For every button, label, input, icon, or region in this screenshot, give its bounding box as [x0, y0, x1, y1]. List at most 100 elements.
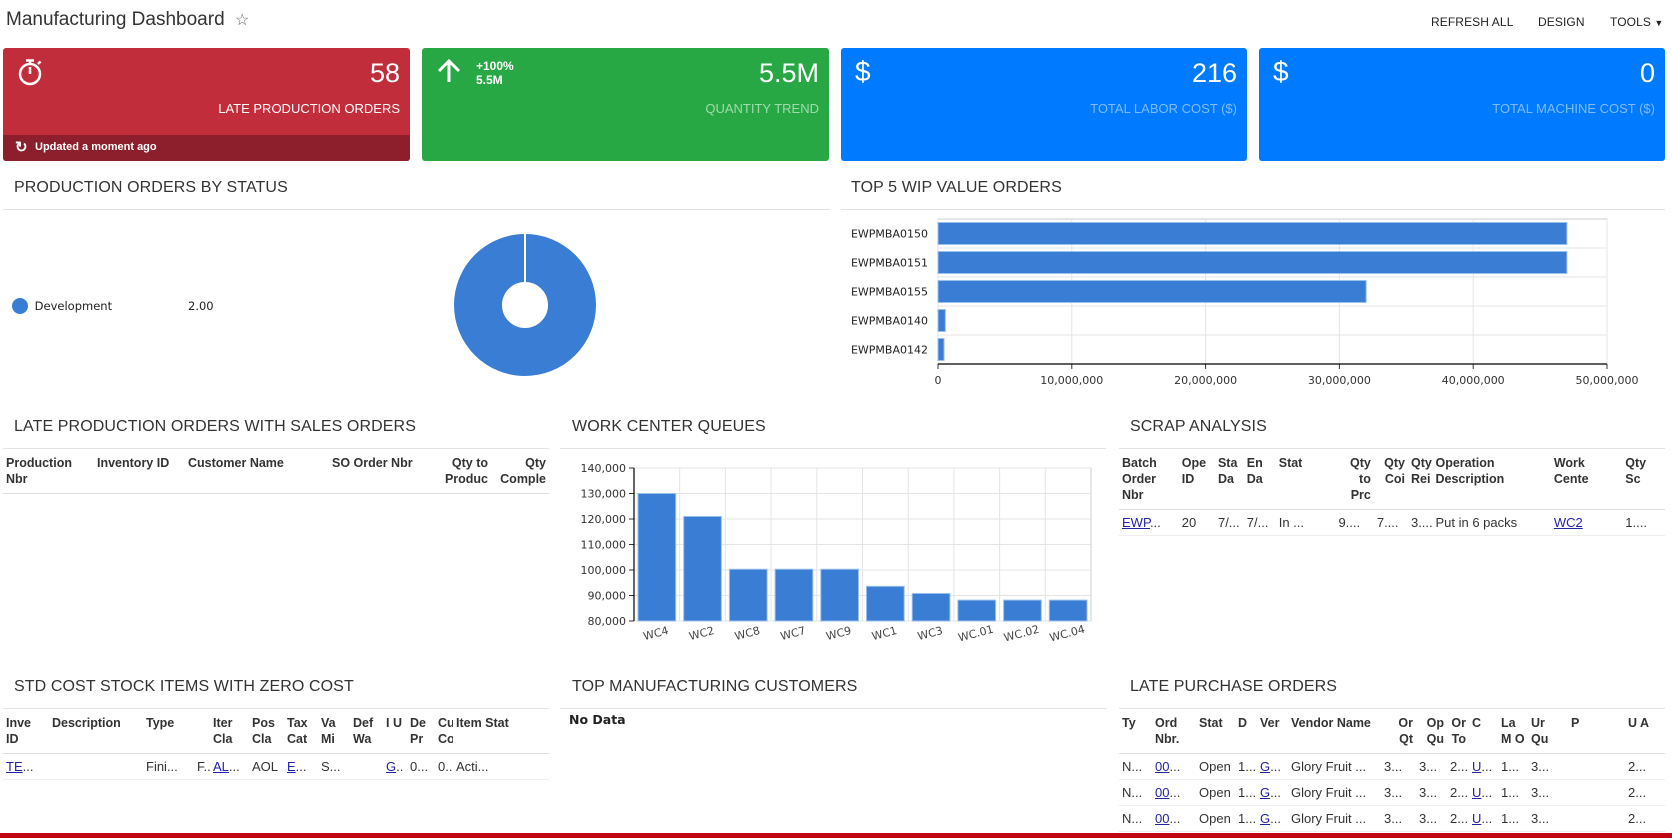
- table-row[interactable]: N... 00... Open 1... G... Glory Fruit ... 3...…: [1119, 805, 1665, 832]
- column-header[interactable]: Production Nbr: [3, 451, 94, 494]
- cell-link[interactable]: U: [1472, 759, 1481, 774]
- column-header[interactable]: La M O: [1498, 711, 1528, 754]
- table-cell: In ...: [1275, 509, 1336, 536]
- wc-bar[interactable]: [637, 493, 677, 622]
- wc-bar[interactable]: [911, 592, 951, 622]
- column-header[interactable]: Qty Rei: [1407, 451, 1433, 510]
- wc-bar[interactable]: [820, 568, 859, 622]
- cell-link[interactable]: 00: [1155, 785, 1169, 800]
- column-header[interactable]: Cu Co: [435, 711, 453, 754]
- cell-link[interactable]: 00: [1155, 759, 1169, 774]
- cell-link[interactable]: EWP: [1122, 515, 1150, 530]
- column-header[interactable]: SO Order Nbr: [329, 451, 433, 494]
- page-title: Manufacturing Dashboard: [6, 9, 225, 30]
- tools-label: TOOLS: [1610, 15, 1651, 29]
- column-header[interactable]: Description: [49, 711, 143, 754]
- wip-bar[interactable]: [937, 251, 1568, 274]
- column-header[interactable]: Stat: [1275, 451, 1336, 510]
- column-header[interactable]: Inventory ID: [94, 451, 185, 494]
- table-cell: 00...: [1152, 779, 1196, 806]
- table-row[interactable]: EWP... 20 7/... 7/... In ... 9.... 7.... 3.... P…: [1119, 509, 1665, 536]
- wc-bar[interactable]: [683, 515, 722, 622]
- wip-bar[interactable]: [937, 338, 945, 361]
- cell-link[interactable]: G: [386, 759, 396, 774]
- cell-link[interactable]: U: [1472, 811, 1481, 826]
- cell-link[interactable]: AL: [213, 759, 229, 774]
- wip-bar[interactable]: [937, 280, 1367, 303]
- refresh-all-button[interactable]: REFRESH ALL: [1431, 15, 1513, 29]
- column-header[interactable]: Va Mi: [318, 711, 350, 754]
- wc-bar[interactable]: [728, 568, 768, 622]
- total-machine-cost-tile[interactable]: $ 0 TOTAL MACHINE COST ($): [1259, 48, 1665, 161]
- quantity-trend-tile[interactable]: +100% 5.5M 5.5M QUANTITY TREND: [422, 48, 829, 161]
- cell-link[interactable]: G: [1260, 759, 1270, 774]
- column-header[interactable]: Qty Sc: [1622, 451, 1665, 510]
- wip-bar[interactable]: [937, 309, 946, 332]
- column-header[interactable]: Or Qt: [1381, 711, 1416, 754]
- column-header[interactable]: Item Stat: [453, 711, 549, 754]
- column-header[interactable]: D: [1235, 711, 1257, 754]
- column-header[interactable]: Ord Nbr.: [1152, 711, 1196, 754]
- column-header[interactable]: Ur Qu: [1528, 711, 1568, 754]
- column-header[interactable]: U A: [1625, 711, 1665, 754]
- column-header[interactable]: C: [1469, 711, 1498, 754]
- column-header[interactable]: Ope ID: [1178, 451, 1215, 510]
- column-header[interactable]: Stat: [1196, 711, 1235, 754]
- wc-bar[interactable]: [1003, 599, 1042, 622]
- star-outline-icon[interactable]: ☆: [235, 10, 249, 30]
- column-header[interactable]: Or To: [1447, 711, 1469, 754]
- wip-bar[interactable]: [937, 222, 1568, 245]
- refresh-icon[interactable]: ↻: [15, 138, 28, 156]
- cell-link[interactable]: 00: [1155, 811, 1169, 826]
- column-header[interactable]: Qty to Prc: [1335, 451, 1374, 510]
- column-header[interactable]: Sta Da: [1214, 451, 1244, 510]
- late-production-orders-tile[interactable]: 58 LATE PRODUCTION ORDERS ↻ Updated a mo…: [3, 48, 410, 161]
- column-header[interactable]: I U: [383, 711, 407, 754]
- wc-bar[interactable]: [866, 585, 905, 622]
- column-header[interactable]: Iter Cla: [210, 711, 249, 754]
- column-header[interactable]: Operation Description: [1432, 451, 1551, 510]
- column-header[interactable]: P: [1568, 711, 1625, 754]
- column-header[interactable]: Type: [143, 711, 194, 754]
- cell-link[interactable]: U: [1472, 785, 1481, 800]
- table-cell: 00...: [1152, 805, 1196, 832]
- column-header[interactable]: Ver: [1257, 711, 1288, 754]
- legend-label[interactable]: Development: [35, 299, 112, 313]
- wc-bar[interactable]: [1048, 599, 1088, 622]
- x-category-label: WC1: [870, 624, 898, 643]
- cell-link[interactable]: TE: [6, 759, 23, 774]
- wc-bar[interactable]: [774, 568, 814, 622]
- column-header[interactable]: Batch Order Nbr: [1119, 451, 1179, 510]
- tools-menu-button[interactable]: TOOLS ▼: [1610, 15, 1663, 29]
- column-header[interactable]: En Da: [1243, 451, 1276, 510]
- column-header[interactable]: Vendor Name: [1288, 711, 1381, 754]
- x-tick-label: 20,000,000: [1174, 374, 1237, 387]
- divider: [1119, 708, 1665, 709]
- design-button[interactable]: DESIGN: [1538, 15, 1585, 29]
- column-header[interactable]: Work Cente: [1550, 451, 1623, 510]
- column-header[interactable]: Qty Coi: [1373, 451, 1408, 510]
- table-row[interactable]: TE... Fini... F.. AL... AOL E... S... G.. 0... 0.…: [3, 753, 549, 780]
- wc-bar[interactable]: [957, 599, 997, 622]
- column-header[interactable]: Def Wa: [350, 711, 383, 754]
- total-labor-cost-tile[interactable]: $ 216 TOTAL LABOR COST ($): [841, 48, 1247, 161]
- column-header[interactable]: Pos Cla: [249, 711, 284, 754]
- column-header[interactable]: [194, 711, 210, 754]
- column-header[interactable]: Ty: [1119, 711, 1152, 754]
- cell-link[interactable]: WC2: [1554, 515, 1583, 530]
- cell-link[interactable]: G: [1260, 811, 1270, 826]
- column-header[interactable]: Tax Cat: [284, 711, 318, 754]
- arrow-up-icon: [436, 58, 462, 91]
- table-row[interactable]: N... 00... Open 1... G... Glory Fruit ... 3...…: [1119, 753, 1665, 780]
- column-header[interactable]: Customer Name: [185, 451, 329, 494]
- column-header[interactable]: Op Qu: [1416, 711, 1447, 754]
- x-category-label: WC.01: [957, 623, 995, 645]
- table-row[interactable]: N... 00... Open 1... G... Glory Fruit ... 3...…: [1119, 779, 1665, 806]
- column-header[interactable]: Qty Comple: [491, 451, 549, 494]
- cell-link[interactable]: E: [287, 759, 296, 774]
- table-cell: G...: [1257, 779, 1288, 806]
- column-header[interactable]: Inve ID: [3, 711, 49, 754]
- column-header[interactable]: Qty to Produc: [433, 451, 491, 494]
- cell-link[interactable]: G: [1260, 785, 1270, 800]
- column-header[interactable]: De Pr: [407, 711, 435, 754]
